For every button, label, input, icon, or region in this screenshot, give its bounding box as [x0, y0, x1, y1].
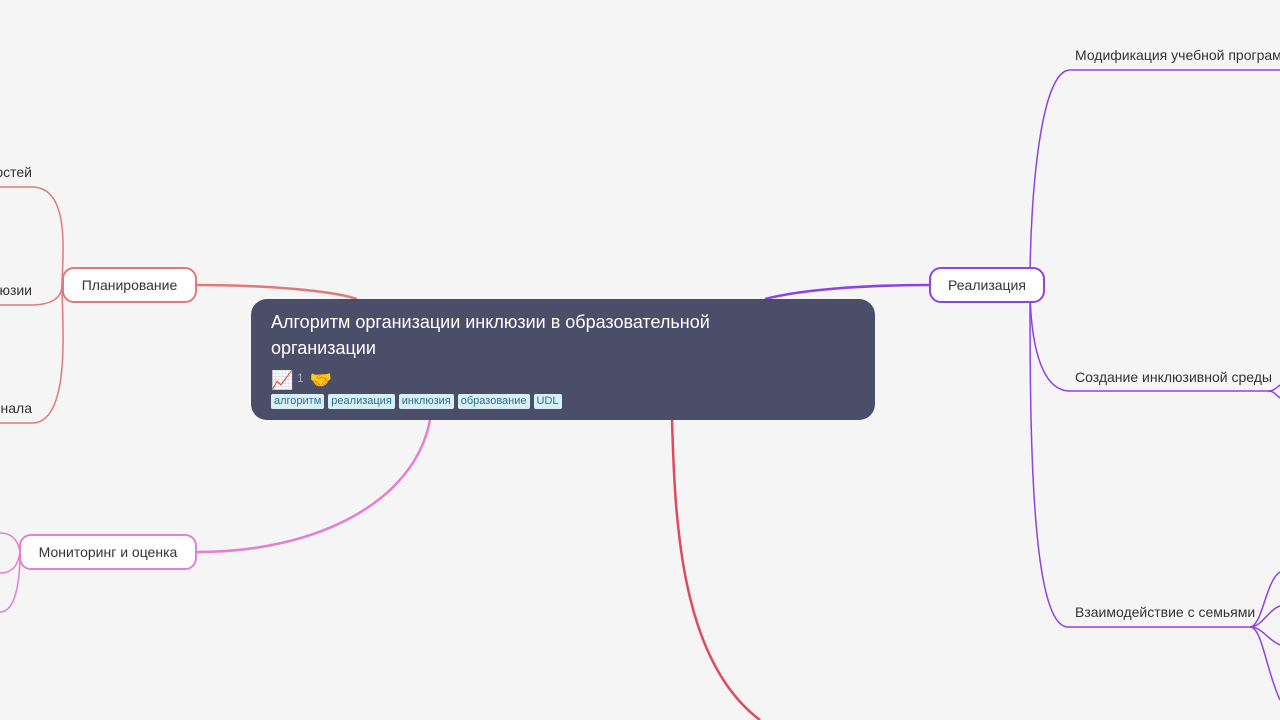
tag[interactable]: инклюзия — [398, 394, 454, 409]
link-family-sub-4 — [1249, 626, 1280, 701]
link-root-implementation — [764, 283, 931, 301]
branch-planning[interactable]: Планирование — [62, 267, 197, 303]
link-root-planning — [196, 283, 358, 301]
chart-increasing-icon: 📈 — [271, 370, 294, 390]
branch-monitoring[interactable]: Мониторинг и оценка — [19, 534, 197, 570]
emoji-separator: 1 — [297, 371, 304, 385]
branch-implementation[interactable]: Реализация — [929, 267, 1045, 303]
link-env-sub-1 — [1267, 390, 1280, 399]
link-root-bottom — [670, 419, 761, 720]
implementation-leaf-2[interactable]: Создание инклюзивной среды — [1075, 368, 1272, 386]
root-tags: алгоритм реализация инклюзия образование… — [271, 394, 855, 409]
link-impl-leaf-1 — [1029, 69, 1280, 286]
branch-planning-label: Планирование — [81, 277, 178, 293]
root-emoji-row: 📈 1 🤝 — [271, 367, 855, 390]
planning-leaf-3[interactable]: онала — [0, 399, 32, 417]
tag[interactable]: алгоритм — [271, 394, 325, 409]
tag[interactable]: UDL — [533, 394, 562, 409]
link-monitoring-leaf-1 — [0, 532, 21, 553]
tag[interactable]: образование — [457, 394, 530, 409]
link-planning-leaf-1 — [0, 186, 64, 286]
branch-implementation-label: Реализация — [948, 277, 1026, 293]
tag[interactable]: реализация — [328, 394, 395, 409]
root-node[interactable]: Алгоритм организации инклюзии в образова… — [251, 299, 875, 420]
planning-leaf-1[interactable]: остей — [0, 163, 32, 181]
branch-monitoring-label: Мониторинг и оценка — [38, 544, 178, 560]
mindmap-canvas: Алгоритм организации инклюзии в образова… — [0, 0, 1280, 720]
link-impl-leaf-3 — [1029, 284, 1250, 628]
root-title: Алгоритм организации инклюзии в образова… — [271, 312, 710, 358]
handshake-icon: 🤝 — [309, 370, 333, 390]
planning-leaf-2[interactable]: юзии — [0, 281, 32, 299]
implementation-leaf-1[interactable]: Модификация учебной программы — [1075, 46, 1280, 64]
link-root-monitoring — [196, 419, 432, 554]
link-monitoring-leaf-2 — [0, 551, 21, 574]
implementation-leaf-3[interactable]: Взаимодействие с семьями — [1075, 603, 1255, 621]
